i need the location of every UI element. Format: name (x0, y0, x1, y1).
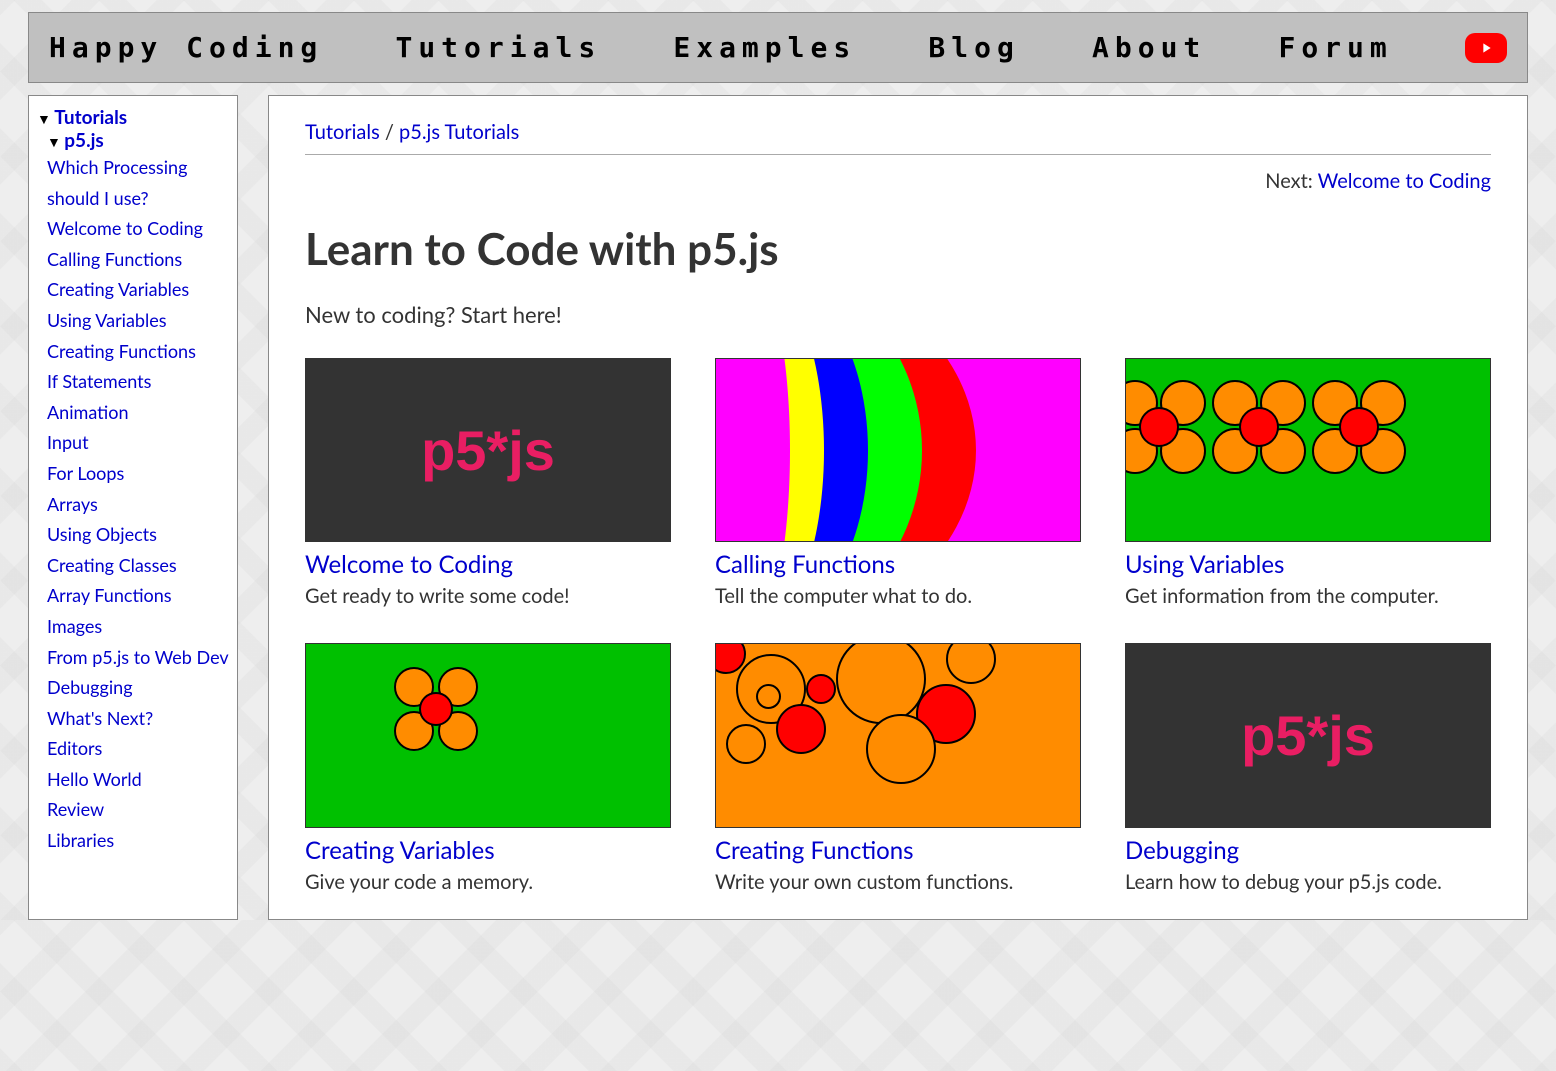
sidebar-item-12[interactable]: Creating Classes (47, 554, 177, 576)
breadcrumb-tutorials[interactable]: Tutorials (305, 120, 380, 144)
sidebar-item-0[interactable]: Which Processing should I use? (47, 156, 187, 209)
sidebar-item-5[interactable]: Creating Functions (47, 340, 196, 362)
card-title-link[interactable]: Debugging (1125, 836, 1491, 865)
sidebar-item-3[interactable]: Creating Variables (47, 278, 189, 300)
nav-about[interactable]: About (1092, 31, 1206, 64)
card: Calling Functions Tell the computer what … (715, 358, 1081, 609)
sidebar-section[interactable]: p5.js (64, 129, 104, 152)
card-title-link[interactable]: Calling Functions (715, 550, 1081, 579)
card-thumbnail[interactable]: p5*js (1125, 643, 1491, 827)
card-desc: Get information from the computer. (1125, 583, 1491, 609)
card: p5*js Welcome to Coding Get ready to write… (305, 358, 671, 609)
sidebar-item-11[interactable]: Using Objects (47, 523, 157, 545)
card-thumbnail[interactable] (1125, 358, 1491, 542)
page-title: Learn to Code with p5.js (305, 223, 1491, 275)
top-nav: Happy Coding Tutorials Examples Blog Abo… (28, 12, 1528, 83)
card-desc: Give your code a memory. (305, 869, 671, 895)
sidebar-item-14[interactable]: Images (47, 615, 102, 637)
card-thumbnail[interactable] (715, 358, 1081, 542)
sidebar-item-1[interactable]: Welcome to Coding (47, 217, 203, 239)
nav-forum[interactable]: Forum (1278, 31, 1392, 64)
sidebar-item-20[interactable]: Review (47, 798, 104, 820)
youtube-icon (1465, 33, 1507, 63)
sidebar-item-16[interactable]: Debugging (47, 676, 133, 698)
card: Creating Functions Write your own custom … (715, 643, 1081, 894)
sidebar-item-9[interactable]: For Loops (47, 462, 124, 484)
card-thumbnail[interactable]: p5*js (305, 358, 671, 542)
card-desc: Tell the computer what to do. (715, 583, 1081, 609)
nav-examples[interactable]: Examples (673, 31, 856, 64)
card-title-link[interactable]: Welcome to Coding (305, 550, 671, 579)
sidebar-item-15[interactable]: From p5.js to Web Dev (47, 646, 229, 668)
sidebar-item-18[interactable]: Editors (47, 737, 102, 759)
sidebar-item-8[interactable]: Input (47, 431, 89, 453)
sidebar-item-6[interactable]: If Statements (47, 370, 151, 392)
sidebar: Tutorials p5.js Which Processing should … (28, 95, 238, 920)
card-desc: Write your own custom functions. (715, 869, 1081, 895)
main-content: Tutorials / p5.js Tutorials Next: Welcom… (268, 95, 1528, 920)
intro-text: New to coding? Start here! (305, 301, 1491, 328)
card: Creating Variables Give your code a memor… (305, 643, 671, 894)
sidebar-item-7[interactable]: Animation (47, 401, 129, 423)
sidebar-item-19[interactable]: Hello World (47, 768, 142, 790)
sidebar-item-10[interactable]: Arrays (47, 493, 98, 515)
card-desc: Get ready to write some code! (305, 583, 671, 609)
sidebar-item-17[interactable]: What's Next? (47, 707, 153, 729)
nav-blog[interactable]: Blog (928, 31, 1019, 64)
next-label: Next: (1265, 169, 1317, 193)
card-title-link[interactable]: Creating Variables (305, 836, 671, 865)
card-desc: Learn how to debug your p5.js code. (1125, 869, 1491, 895)
breadcrumb-sep: / (385, 120, 399, 144)
next-line: Next: Welcome to Coding (305, 169, 1491, 193)
sidebar-item-21[interactable]: Libraries (47, 829, 114, 851)
card-title-link[interactable]: Creating Functions (715, 836, 1081, 865)
sidebar-root[interactable]: Tutorials (54, 106, 127, 129)
nav-happy-coding[interactable]: Happy Coding (49, 31, 323, 64)
sidebar-item-2[interactable]: Calling Functions (47, 248, 182, 270)
breadcrumb: Tutorials / p5.js Tutorials (305, 120, 1491, 144)
card-title-link[interactable]: Using Variables (1125, 550, 1491, 579)
divider (305, 154, 1491, 155)
sidebar-item-13[interactable]: Array Functions (47, 584, 172, 606)
card-thumbnail[interactable] (305, 643, 671, 827)
breadcrumb-p5js[interactable]: p5.js Tutorials (399, 120, 519, 144)
sidebar-item-4[interactable]: Using Variables (47, 309, 167, 331)
cards-grid: p5*js Welcome to Coding Get ready to write… (305, 358, 1491, 895)
card: p5*js Debugging Learn how to debug your p5… (1125, 643, 1491, 894)
next-link[interactable]: Welcome to Coding (1318, 169, 1491, 193)
nav-tutorials[interactable]: Tutorials (395, 31, 601, 64)
card: Using Variables Get information from the … (1125, 358, 1491, 609)
youtube-link[interactable] (1465, 33, 1507, 63)
card-thumbnail[interactable] (715, 643, 1081, 827)
